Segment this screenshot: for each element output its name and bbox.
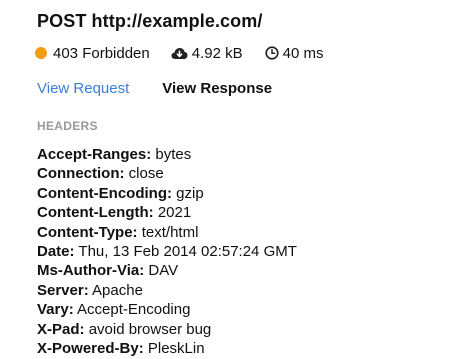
header-name: Connection: (37, 165, 125, 183)
view-tabs: View Request View Response (37, 80, 272, 97)
request-method: POST (37, 11, 87, 31)
tab-view-response[interactable]: View Response (162, 80, 272, 97)
time-text: 40 ms (282, 44, 324, 62)
header-value: Thu, 13 Feb 2014 02:57:24 GMT (78, 243, 297, 261)
cloud-download-icon (171, 47, 188, 59)
headers-heading: HEADERS (37, 119, 98, 133)
size-item: 4.92 kB (171, 45, 243, 62)
header-value: 2021 (157, 204, 192, 222)
header-row: Content-Length: 2021 (37, 203, 297, 222)
header-value: text/html (141, 223, 199, 241)
header-row: Date: Thu, 13 Feb 2014 02:57:24 GMT (37, 242, 297, 261)
header-name: Date: (37, 243, 75, 261)
time-item: 40 ms (265, 44, 324, 62)
request-url: http://example.com/ (91, 11, 263, 31)
header-name: Content-Type: (37, 223, 138, 241)
header-row: Server: Apache (37, 281, 297, 300)
header-value: avoid browser bug (88, 320, 212, 338)
header-name: Content-Length: (37, 204, 154, 222)
tab-view-request[interactable]: View Request (37, 80, 129, 97)
header-value: close (128, 165, 164, 183)
header-row: Content-Encoding: gzip (37, 184, 297, 203)
header-value: PleskLin (147, 340, 205, 358)
header-name: X-Pad: (37, 320, 85, 338)
response-panel: POST http://example.com/ 403 Forbidden 4… (0, 0, 474, 359)
header-row: Ms-Author-Via: DAV (37, 261, 297, 280)
header-value: gzip (176, 184, 204, 202)
header-value: bytes (155, 146, 192, 163)
status-item: 403 Forbidden (35, 45, 150, 62)
header-row: Connection: close (37, 164, 297, 183)
header-name: Accept-Ranges: (37, 146, 152, 163)
header-row: Accept-Ranges: bytes (37, 145, 297, 164)
header-name: Ms-Author-Via: (37, 262, 145, 280)
headers-list: Accept-Ranges: bytes Connection: close Con… (37, 145, 297, 358)
header-name: Server: (37, 281, 89, 299)
header-value: DAV (148, 262, 179, 280)
clock-icon (265, 46, 279, 60)
header-name: Vary: (37, 301, 74, 319)
status-dot-icon (35, 47, 47, 59)
request-title: POST http://example.com/ (37, 11, 262, 32)
header-row: Content-Type: text/html (37, 223, 297, 242)
header-row: Vary: Accept-Encoding (37, 300, 297, 319)
header-name: Content-Encoding: (37, 184, 172, 202)
status-text: 403 Forbidden (53, 44, 150, 62)
header-value: Apache (92, 281, 143, 299)
header-row: X-Pad: avoid browser bug (37, 320, 297, 339)
header-name: X-Powered-By: (37, 340, 144, 358)
header-row: X-Powered-By: PleskLin (37, 339, 297, 358)
header-value: Accept-Encoding (77, 301, 191, 319)
response-meta: 403 Forbidden 4.92 kB 40 ms (35, 43, 323, 63)
size-text: 4.92 kB (191, 44, 243, 62)
